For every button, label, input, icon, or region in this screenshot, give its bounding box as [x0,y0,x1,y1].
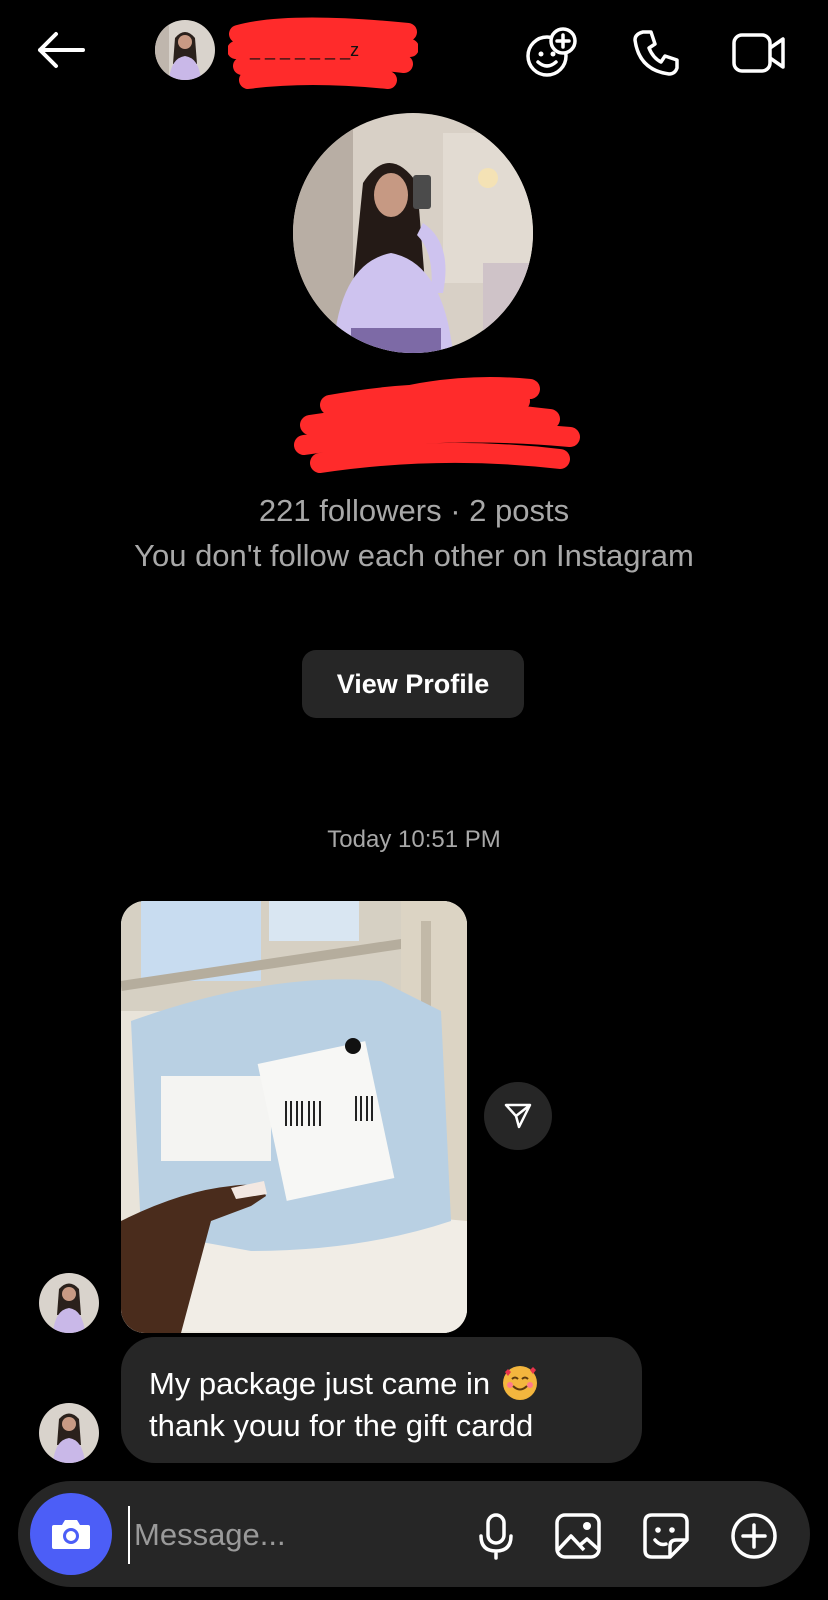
sticker-button[interactable] [638,1508,694,1564]
view-profile-button[interactable]: View Profile [302,650,524,718]
more-options-button[interactable] [726,1508,782,1564]
message-line-1: My package just came in [149,1363,614,1405]
plus-icon [731,1513,777,1559]
text-message[interactable]: My package just came in thank youu for t… [121,1337,642,1463]
header-avatar[interactable] [155,20,215,80]
thread-timestamp: Today 10:51 PM [327,826,501,853]
gallery-button[interactable] [550,1508,606,1564]
camera-icon [52,1520,90,1549]
back-arrow-icon [38,32,85,68]
sender-avatar[interactable] [39,1273,99,1333]
message-line-2: thank youu for the gift cardd [149,1408,534,1443]
phone-icon [633,30,679,76]
send-icon [504,1103,532,1129]
redaction-scribble [294,377,580,473]
photo-message[interactable] [121,901,467,1333]
microphone-icon [479,1513,513,1560]
effects-icon [526,27,577,77]
effects-button[interactable] [524,26,580,80]
message-input[interactable] [128,1506,466,1564]
audio-call-button[interactable] [628,26,684,80]
video-call-button[interactable] [730,30,788,76]
profile-follow-context: You don't follow each other on Instagram [134,538,694,573]
smiling-face-with-hearts-icon [502,1366,537,1400]
camera-button[interactable] [30,1493,112,1575]
video-camera-icon [732,33,785,73]
gallery-icon [555,1513,601,1559]
share-photo-button[interactable] [484,1082,552,1150]
sender-avatar[interactable] [39,1403,99,1463]
profile-stats: 221 followers · 2 posts [258,493,570,528]
back-button[interactable] [30,24,90,76]
voice-message-button[interactable] [468,1508,524,1564]
sticker-icon [643,1513,689,1559]
profile-avatar[interactable] [293,113,533,353]
header-username[interactable]: _ _ _ _ _ _ _z [250,40,359,61]
